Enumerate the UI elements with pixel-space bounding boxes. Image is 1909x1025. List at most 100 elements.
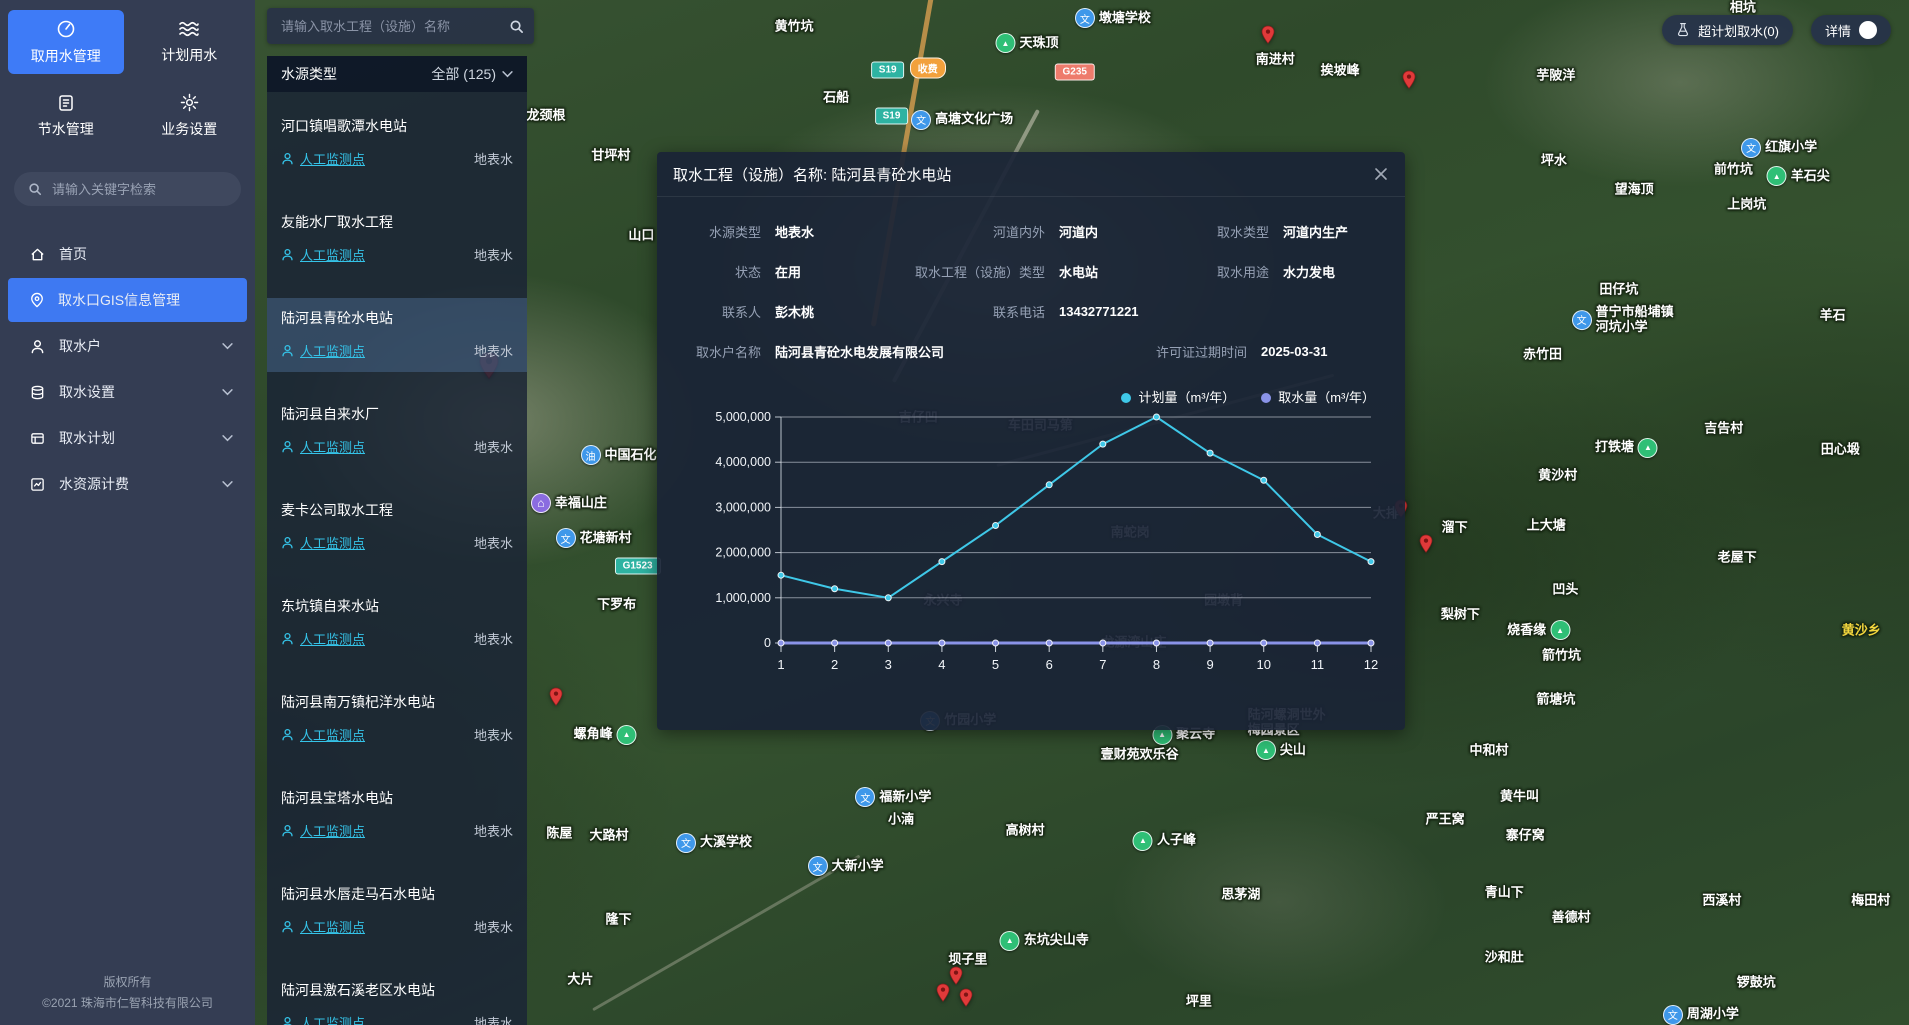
person-icon — [281, 152, 294, 165]
map-marker-place: 黄牛叫 — [1500, 790, 1539, 805]
monitor-point-link[interactable]: 人工监测点 — [300, 917, 365, 936]
map-marker-road-teal: S19 — [871, 61, 905, 78]
station-list-item[interactable]: 陆河县青砼水电站人工监测点地表水 — [267, 298, 527, 372]
station-list-item[interactable]: 东坑镇自来水站人工监测点地表水 — [267, 586, 527, 660]
svg-text:1,000,000: 1,000,000 — [715, 591, 771, 605]
place-label: 思茅湖 — [1221, 887, 1260, 902]
filter-dropdown[interactable]: 全部 (125) — [431, 64, 513, 84]
station-list-item[interactable]: 陆河县南万镇杞洋水电站人工监测点地表水 — [267, 682, 527, 756]
sidebar-item-3[interactable]: 取水户 — [8, 324, 247, 368]
field-row: 状态 在用 取水工程（设施）类型 水电站 取水用途 水力发电 — [657, 251, 1405, 291]
legend-item[interactable]: 计划量（m³/年） — [1121, 387, 1235, 406]
place-label: 南进村 — [1256, 53, 1295, 68]
legend-item[interactable]: 取水量（m³/年） — [1261, 387, 1375, 406]
station-list-item[interactable]: 陆河县自来水厂人工监测点地表水 — [267, 394, 527, 468]
map-marker-scenic: ▲东坑尖山寺 — [1000, 931, 1089, 951]
app-root: 黄竹坑▲天珠顶文墩塘学校相坑南进村挨坡峰芋陂洋S19收费G235S19文高塘文化… — [0, 0, 1909, 1025]
place-label: 寨仔窝 — [1506, 829, 1545, 844]
field-value: 水力发电 — [1269, 262, 1381, 281]
monitor-point-link[interactable]: 人工监测点 — [300, 629, 365, 648]
map-marker-place: 壹财苑欢乐谷 — [1101, 748, 1179, 763]
close-icon[interactable] — [1373, 166, 1389, 182]
water-source-type: 地表水 — [474, 341, 513, 360]
monitor-point-link[interactable]: 人工监测点 — [300, 341, 365, 360]
module-label: 取用水管理 — [31, 46, 101, 66]
monitor-point-link[interactable]: 人工监测点 — [300, 533, 365, 552]
monitor-point-link[interactable]: 人工监测点 — [300, 821, 365, 840]
map-marker-place: 善德村 — [1552, 911, 1591, 926]
sidebar-item-6[interactable]: 水资源计费 — [8, 462, 247, 506]
map-marker-place-yellow: 黄沙乡 — [1842, 624, 1881, 639]
sidebar-search-input[interactable] — [50, 181, 227, 198]
map-marker-place: 老屋下 — [1718, 550, 1757, 565]
sidebar-item-label: 首页 — [59, 244, 233, 264]
map-marker-place: 凹头 — [1552, 583, 1578, 598]
station-list-item[interactable]: 陆河县水唇走马石水电站人工监测点 地表水 — [267, 874, 527, 948]
place-label: 小湳 — [888, 813, 914, 828]
module-label: 计划用水 — [161, 45, 217, 65]
map-marker-place: 黄沙村 — [1538, 468, 1577, 483]
person-icon — [281, 632, 294, 645]
map-marker-road-teal: G1523 — [615, 557, 661, 574]
legend-dot — [1261, 393, 1271, 403]
detail-toggle-pill[interactable]: 详情 — [1811, 15, 1891, 45]
database-icon — [30, 385, 45, 400]
module-tile-2[interactable]: 计划用水 — [132, 10, 248, 74]
legend-label: 取水量（m³/年） — [1278, 390, 1375, 405]
sidebar-item-5[interactable]: 取水计划 — [8, 416, 247, 460]
map-pin-red[interactable] — [548, 687, 564, 707]
place-label: 花塘新村 — [580, 531, 632, 546]
map-pin-red[interactable] — [958, 988, 974, 1008]
monitor-point-link[interactable]: 人工监测点 — [300, 149, 365, 168]
station-search[interactable] — [267, 8, 534, 44]
monitor-point-link[interactable]: 人工监测点 — [300, 1013, 365, 1025]
sidebar-item-4[interactable]: 取水设置 — [8, 370, 247, 414]
station-list-item[interactable]: 麦卡公司取水工程人工监测点地表水 — [267, 490, 527, 564]
map-marker-place: 坪水 — [1541, 153, 1567, 168]
place-label: 箭竹坑 — [1542, 649, 1581, 664]
sidebar-item-label: 取水计划 — [59, 428, 208, 448]
school-icon: 文 — [911, 110, 931, 130]
module-tile-3[interactable]: 节水管理 — [8, 84, 124, 148]
monitor-point-link[interactable]: 人工监测点 — [300, 245, 365, 264]
over-plan-pill[interactable]: 超计划取水(0) — [1662, 15, 1793, 45]
station-search-input[interactable] — [279, 18, 501, 35]
toggle-knob[interactable] — [1859, 21, 1877, 39]
map-marker-place: 陈屋 — [546, 827, 572, 842]
map-marker-school: 文高塘文化广场 — [911, 110, 1013, 130]
map-marker-scenic: ▲人子峰 — [1133, 831, 1196, 851]
map-marker-place: 甘坪村 — [591, 148, 630, 163]
svg-text:5,000,000: 5,000,000 — [715, 410, 771, 424]
field-value: 河道内生产 — [1269, 222, 1381, 241]
sidebar-search[interactable] — [14, 172, 241, 206]
map-pin-red[interactable] — [935, 983, 951, 1003]
station-list-item[interactable]: 河口镇唱歌潭水电站人工监测点地表水 — [267, 106, 527, 180]
station-name: 陆河县水唇走马石水电站 — [281, 884, 513, 904]
place-label: 青山下 — [1485, 885, 1524, 900]
map-pin-red[interactable] — [1260, 25, 1276, 45]
clock-icon — [56, 19, 76, 39]
sidebar-item-2[interactable]: 取水口GIS信息管理 — [8, 278, 247, 322]
legend-label: 计划量（m³/年） — [1138, 390, 1235, 405]
field-label: 取水户名称 — [681, 342, 761, 361]
water-source-type: 地表水 — [474, 917, 513, 936]
place-label: 芋陂洋 — [1536, 68, 1575, 83]
map-pin-red[interactable] — [1401, 70, 1417, 90]
place-label: 高树村 — [1006, 824, 1045, 839]
station-list-item[interactable]: 陆河县宝塔水电站人工监测点地表水 — [267, 778, 527, 852]
map-pin-red[interactable] — [948, 966, 964, 986]
station-list-item[interactable]: 陆河县激石溪老区水电站人工监测点地表水 — [267, 970, 527, 1025]
map-pin-red[interactable] — [1418, 534, 1434, 554]
monitor-point-link[interactable]: 人工监测点 — [300, 437, 365, 456]
monitor-point-link[interactable]: 人工监测点 — [300, 725, 365, 744]
place-label: 石船 — [823, 91, 849, 106]
station-list-item[interactable]: 友能水厂取水工程人工监测点地表水 — [267, 202, 527, 276]
search-icon[interactable] — [509, 19, 524, 34]
sidebar-item-1[interactable]: 首页 — [8, 232, 247, 276]
place-label: 赤竹田 — [1523, 347, 1562, 362]
map-marker-place: 坪里 — [1186, 995, 1212, 1010]
module-tile-1[interactable]: 取用水管理 — [8, 10, 124, 74]
red-pin-icon — [1418, 534, 1434, 554]
station-name: 东坑镇自来水站 — [281, 596, 513, 616]
module-tile-4[interactable]: 业务设置 — [132, 84, 248, 148]
